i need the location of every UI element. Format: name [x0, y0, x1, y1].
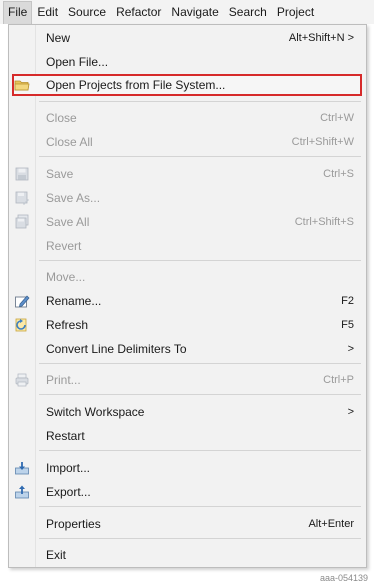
submenu-arrow-icon: > [347, 343, 354, 355]
menu-item-label: Save [46, 167, 74, 181]
menu-separator [39, 450, 361, 451]
menu-item-switch-workspace[interactable]: Switch Workspace > [9, 401, 366, 423]
menu-item-label: Close [46, 111, 77, 125]
save-all-icon [14, 214, 30, 230]
menu-item-label: Move... [46, 270, 86, 284]
menu-edit[interactable]: Edit [32, 1, 63, 24]
submenu-arrow-icon: > [347, 406, 354, 418]
menu-item-exit[interactable]: Exit [9, 544, 366, 566]
menu-item-label: Save All [46, 215, 90, 229]
menu-item-label: Revert [46, 239, 82, 253]
import-icon [14, 460, 30, 476]
rename-icon [14, 293, 30, 309]
menu-separator [39, 363, 361, 364]
menu-item-rename[interactable]: Rename... F2 [9, 290, 366, 312]
menu-item-print[interactable]: Print... Ctrl+P [9, 369, 366, 391]
menu-item-label: Refresh [46, 318, 89, 332]
file-dropdown-menu: New Alt+Shift+N > Open File... Open Proj… [8, 24, 367, 568]
menu-item-shortcut: Ctrl+P [323, 374, 354, 386]
menu-item-shortcut: Ctrl+Shift+W [291, 136, 354, 148]
menu-refactor[interactable]: Refactor [111, 1, 166, 24]
menu-item-label: Open File... [46, 55, 109, 69]
export-icon [14, 484, 30, 500]
save-icon [14, 166, 30, 182]
menu-item-label: Import... [46, 461, 91, 475]
menu-item-save[interactable]: Save Ctrl+S [9, 163, 366, 185]
menu-item-label: Convert Line Delimiters To [46, 342, 187, 356]
menu-item-shortcut: Alt+Shift+N > [288, 32, 354, 44]
save-as-icon [14, 190, 30, 206]
menu-item-revert[interactable]: Revert [9, 235, 366, 257]
menu-item-close-all[interactable]: Close All Ctrl+Shift+W [9, 131, 366, 153]
menu-item-save-as[interactable]: Save As... [9, 187, 366, 209]
menu-item-label: New [46, 31, 71, 45]
menu-item-shortcut: Ctrl+S [323, 168, 354, 180]
menu-item-export[interactable]: Export... [9, 481, 366, 503]
eclipse-file-menu-screenshot: File Edit Source Refactor Navigate Searc… [0, 0, 374, 585]
menu-navigate[interactable]: Navigate [166, 1, 223, 24]
menu-source[interactable]: Source [63, 1, 111, 24]
menu-item-label: Properties [46, 517, 101, 531]
menu-item-shortcut: Ctrl+W [320, 112, 354, 124]
menu-item-import[interactable]: Import... [9, 457, 366, 479]
menu-item-open-projects-from-file-system[interactable]: Open Projects from File System... [9, 74, 366, 96]
menu-item-new[interactable]: New Alt+Shift+N > [9, 27, 366, 49]
menu-item-convert-line-delimiters[interactable]: Convert Line Delimiters To > [9, 338, 366, 360]
menu-item-label: Print... [46, 373, 81, 387]
menu-project[interactable]: Project [272, 1, 319, 24]
menu-separator [39, 538, 361, 539]
menu-item-label: Switch Workspace [46, 405, 145, 419]
menu-item-properties[interactable]: Properties Alt+Enter [9, 513, 366, 535]
menu-item-label: Save As... [46, 191, 101, 205]
menu-item-label: Close All [46, 135, 93, 149]
menu-item-label: Exit [46, 548, 67, 562]
menu-item-save-all[interactable]: Save All Ctrl+Shift+S [9, 211, 366, 233]
refresh-icon [14, 317, 30, 333]
menu-bar: File Edit Source Refactor Navigate Searc… [0, 0, 374, 24]
menu-item-shortcut: Alt+Enter [308, 518, 354, 530]
menu-item-label: Rename... [46, 294, 102, 308]
folder-icon [14, 77, 30, 93]
menu-item-shortcut: F2 [341, 295, 354, 307]
menu-item-label: Restart [46, 429, 85, 443]
figure-id-watermark: aaa-054139 [319, 573, 368, 583]
menu-item-open-file[interactable]: Open File... [9, 51, 366, 73]
menu-item-label: Export... [46, 485, 91, 499]
menu-item-close[interactable]: Close Ctrl+W [9, 107, 366, 129]
menu-item-shortcut: F5 [341, 319, 354, 331]
menu-item-shortcut: Ctrl+Shift+S [294, 216, 354, 228]
menu-separator [39, 394, 361, 395]
menu-item-label: Open Projects from File System... [46, 78, 226, 92]
menu-separator [39, 506, 361, 507]
menu-search[interactable]: Search [224, 1, 272, 24]
menu-file[interactable]: File [3, 0, 33, 24]
menu-separator [39, 156, 361, 157]
menu-item-refresh[interactable]: Refresh F5 [9, 314, 366, 336]
menu-item-move[interactable]: Move... [9, 266, 366, 288]
print-icon [14, 372, 30, 388]
menu-separator [39, 260, 361, 261]
menu-separator [39, 101, 361, 102]
menu-item-restart[interactable]: Restart [9, 425, 366, 447]
